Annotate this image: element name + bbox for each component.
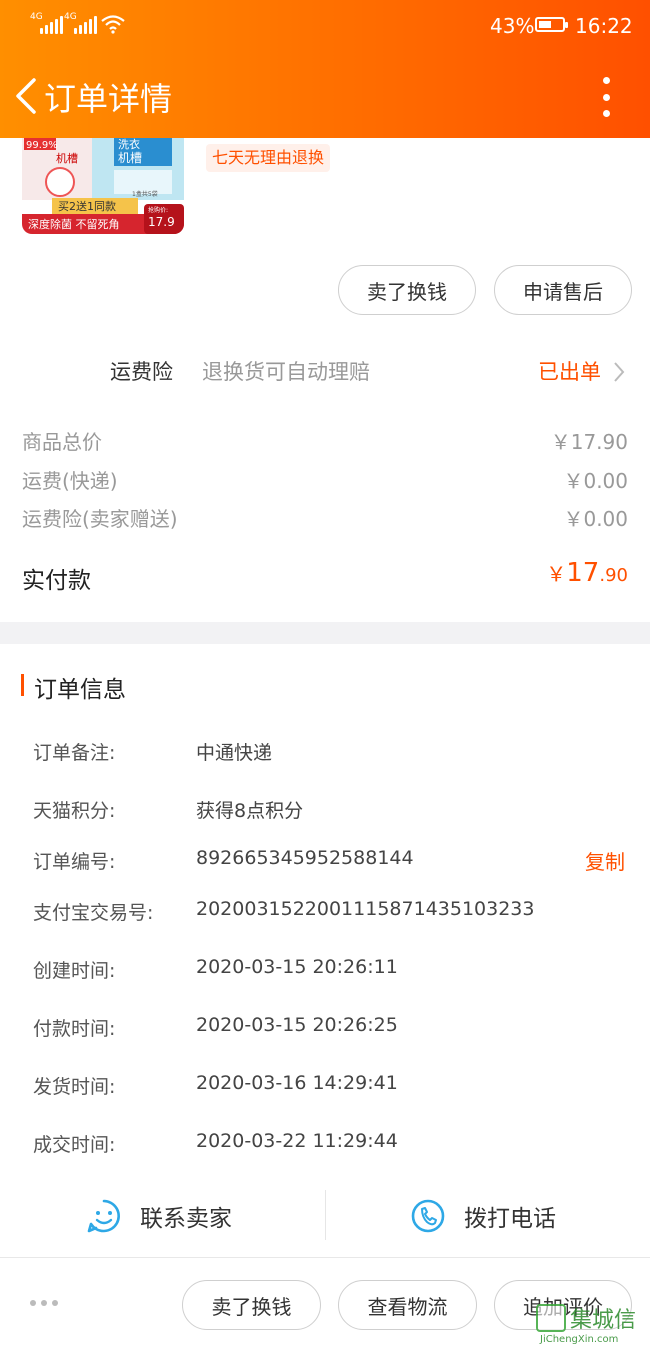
actual-paid-amount: ￥17.90 (546, 558, 628, 588)
product-thumbnail[interactable]: 99.9% 机槽 洗衣 机槽 1盒共5袋 买2送1同款 深度除菌 不留死角 抢购… (22, 138, 184, 234)
section-divider (0, 622, 650, 644)
signal-icon-2 (74, 14, 97, 34)
thumb-text: 99.9% (26, 140, 58, 151)
completed-time-value: 2020-03-22 11:29:44 (196, 1130, 398, 1152)
nav-bar: 订单详情 (0, 52, 650, 138)
alipay-trade-no-value: 2020031522001115871435103233 (196, 898, 535, 920)
chat-smile-icon (87, 1199, 120, 1233)
shipped-time-label: 发货时间: (33, 1076, 116, 1098)
wifi-icon (101, 15, 125, 34)
sell-for-cash-button[interactable]: 卖了换钱 (338, 265, 476, 315)
fee-value: ￥17.90 (550, 430, 628, 454)
order-note-label: 订单备注: (33, 742, 116, 764)
thumb-text: 机槽 (56, 151, 78, 165)
more-options-icon[interactable] (596, 77, 616, 117)
thumb-text: 深度除菌 不留死角 (28, 217, 120, 231)
product-image: 99.9% 机槽 洗衣 机槽 1盒共5袋 买2送1同款 深度除菌 不留死角 抢购… (22, 138, 184, 234)
paid-time-value: 2020-03-15 20:26:25 (196, 1014, 398, 1036)
watermark-logo: 集城信 JiChengXin.com (536, 1302, 646, 1348)
created-time-label: 创建时间: (33, 960, 116, 982)
thumb-text: 洗衣 (118, 138, 140, 151)
thumb-text: 抢购价: (148, 206, 168, 214)
created-time-value: 2020-03-15 20:26:11 (196, 956, 398, 978)
order-note-value: 中通快递 (196, 742, 273, 764)
thumb-text: 1盒共5袋 (132, 190, 158, 198)
fee-value: ￥0.00 (563, 507, 628, 531)
copy-order-number-button[interactable]: 复制 (585, 846, 625, 875)
bottom-bar-divider (0, 1257, 650, 1258)
page-title: 订单详情 (44, 80, 173, 118)
contact-seller-button[interactable]: 联系卖家 (86, 1188, 232, 1244)
thumb-text: 机槽 (118, 151, 142, 165)
watermark-brand: 集城信 (570, 1308, 637, 1333)
apply-after-sale-button[interactable]: 申请售后 (494, 265, 632, 315)
tmall-points-label: 天猫积分: (33, 800, 116, 822)
shipping-insurance-label: 运费险 (110, 360, 173, 384)
watermark-url: JiChengXin.com (540, 1334, 619, 1345)
amount-integer: 17 (566, 558, 600, 588)
fee-label: 运费(快递) (22, 469, 118, 493)
shipping-insurance-status[interactable]: 已出单 (538, 356, 601, 386)
seven-day-return-tag: 七天无理由退换 (206, 144, 331, 172)
call-phone-label: 拨打电话 (464, 1206, 556, 1232)
amount-decimal: .90 (599, 565, 628, 586)
shipping-insurance-desc: 退换货可自动理赔 (202, 360, 370, 384)
signal-icon-1 (40, 14, 63, 34)
chevron-right-icon[interactable] (611, 360, 627, 384)
paid-time-label: 付款时间: (33, 1018, 116, 1040)
phone-icon (411, 1199, 445, 1233)
more-actions-icon[interactable] (30, 1300, 58, 1306)
actual-paid-label: 实付款 (22, 568, 91, 594)
thumb-text: 买2送1同款 (58, 199, 116, 213)
battery-icon (535, 17, 568, 32)
fee-label: 运费险(卖家赠送) (22, 507, 178, 531)
back-arrow-icon[interactable] (12, 77, 42, 115)
fee-value: ￥0.00 (563, 469, 628, 493)
currency-symbol: ￥ (546, 562, 567, 586)
tmall-points-value: 获得8点积分 (196, 800, 304, 822)
app-header: 4G 4G 43% 16:22 订单详情 (0, 0, 650, 138)
order-info-title: 订单信息 (34, 677, 126, 703)
clock: 16:22 (575, 14, 633, 38)
order-number-value: 892665345952588144 (196, 847, 414, 869)
call-phone-button[interactable]: 拨打电话 (410, 1188, 556, 1244)
thumb-text: 17.9 (148, 215, 175, 229)
shipped-time-value: 2020-03-16 14:29:41 (196, 1072, 398, 1094)
bottom-sell-for-cash-button[interactable]: 卖了换钱 (182, 1280, 321, 1330)
section-accent-bar (21, 674, 24, 696)
contact-divider (325, 1190, 326, 1240)
status-bar: 4G 4G 43% 16:22 (0, 0, 650, 52)
battery-percent: 43% (490, 14, 535, 38)
fee-label: 商品总价 (22, 430, 102, 454)
completed-time-label: 成交时间: (33, 1134, 116, 1156)
contact-seller-label: 联系卖家 (140, 1206, 232, 1232)
alipay-trade-no-label: 支付宝交易号: (33, 902, 154, 924)
order-number-label: 订单编号: (33, 851, 116, 873)
view-logistics-button[interactable]: 查看物流 (338, 1280, 477, 1330)
